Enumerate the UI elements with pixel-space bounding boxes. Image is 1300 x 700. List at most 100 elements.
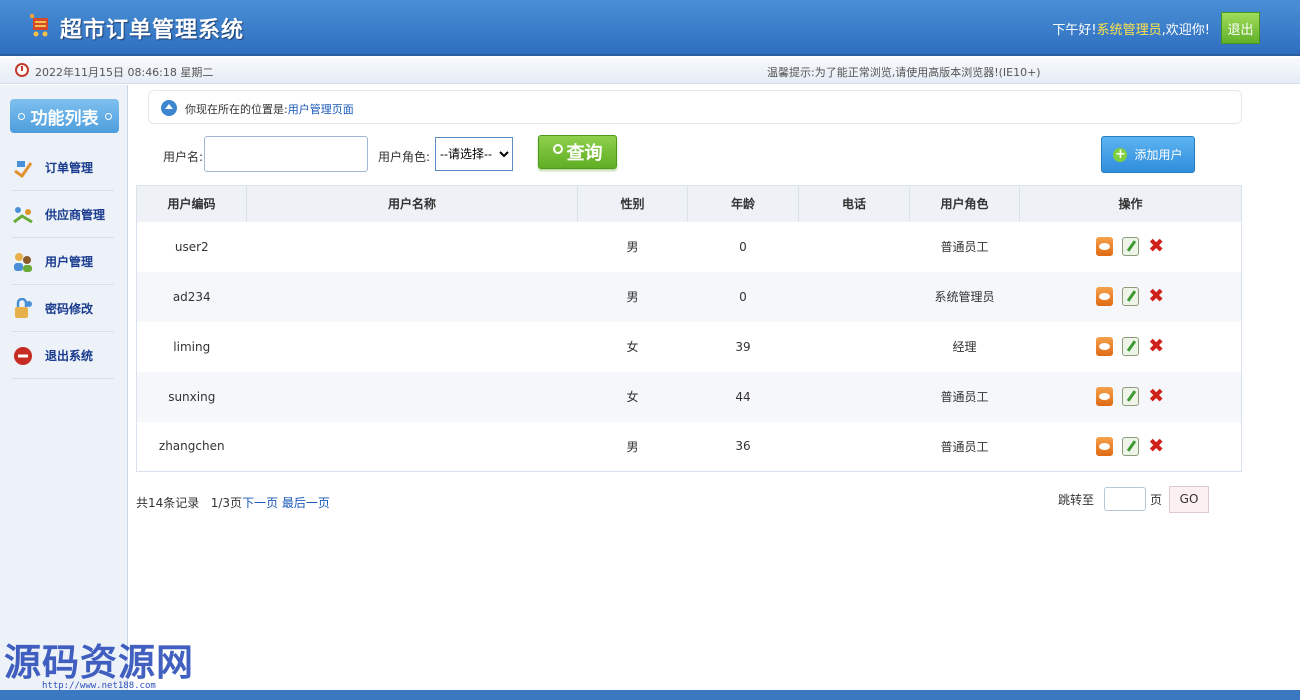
cell-actions: ✖: [1020, 222, 1242, 272]
cell-name: [247, 322, 578, 372]
menu-title: 功能列表: [10, 99, 119, 133]
dot-icon: [17, 112, 25, 120]
cell-role: 普通员工: [940, 240, 989, 254]
cell-actions: ✖: [1020, 322, 1242, 372]
sidebar-item-label: 供应商管理: [45, 208, 106, 222]
add-user-label: 添加用户: [1134, 148, 1183, 162]
cell-role: 经理: [952, 340, 977, 354]
sidebar-item-label: 退出系统: [45, 349, 94, 363]
edit-icon[interactable]: [1121, 237, 1139, 256]
column-header: 操作: [1019, 185, 1242, 222]
main-content: 你现在所在的位置是:用户管理页面 用户名: 用户角色: --请选择-- 查询 +…: [136, 88, 1242, 688]
shopping-cart-icon: [30, 14, 48, 37]
view-icon[interactable]: [1095, 436, 1113, 456]
cell-phone: [799, 422, 910, 472]
edit-icon[interactable]: [1121, 436, 1139, 456]
add-user-button[interactable]: + 添加用户: [1101, 136, 1195, 173]
page-number-input[interactable]: [1104, 487, 1147, 511]
table-row: user2 男 0 普通员工 ✖: [137, 222, 1242, 272]
cell-actions: ✖: [1019, 271, 1242, 322]
app-title: 超市订单管理系统: [60, 18, 245, 43]
cell-name: [246, 371, 578, 422]
delete-icon[interactable]: ✖: [1148, 337, 1165, 356]
sidebar-item-exit[interactable]: 退出系统: [12, 333, 114, 379]
row-actions: ✖: [1020, 237, 1242, 256]
cell-age: 39: [735, 339, 751, 354]
go-button[interactable]: GO: [1169, 485, 1210, 513]
cell-phone: [799, 222, 910, 272]
table-row: sunxing 女 44 普通员工 ✖: [136, 371, 1242, 422]
home-icon: [161, 100, 177, 116]
last-page-link[interactable]: 最后一页: [282, 496, 330, 510]
delete-icon[interactable]: ✖: [1148, 287, 1165, 306]
cell-gender: 男: [626, 240, 639, 254]
cell-code: user2: [174, 239, 209, 254]
view-icon[interactable]: [1095, 387, 1113, 406]
query-button-label: 查询: [566, 143, 603, 164]
breadcrumb-prefix: 你现在所在的位置是:: [185, 103, 288, 116]
sidebar-item-orders[interactable]: 订单管理: [12, 145, 114, 191]
search-bar: 用户名: 用户角色: --请选择-- 查询 + 添加用户: [136, 134, 1242, 174]
sidebar-item-label: 用户管理: [45, 255, 94, 269]
sidebar-item-label: 密码修改: [45, 302, 94, 316]
delete-icon[interactable]: ✖: [1148, 387, 1165, 406]
row-actions: ✖: [1020, 387, 1242, 406]
sidebar-item-password[interactable]: 密码修改: [12, 286, 114, 332]
cell-role: 系统管理员: [909, 271, 1020, 322]
next-page-link[interactable]: 下一页: [242, 496, 278, 510]
role-select[interactable]: --请选择--: [435, 137, 513, 171]
cell-role: 普通员工: [940, 439, 989, 454]
delete-icon[interactable]: ✖: [1148, 237, 1165, 256]
dot-icon: [104, 112, 112, 120]
edit-icon[interactable]: [1121, 287, 1139, 306]
exit-icon: [14, 346, 32, 365]
query-button[interactable]: 查询: [538, 135, 617, 169]
table-row: liming 女 39 经理 ✖: [137, 322, 1242, 372]
view-icon[interactable]: [1095, 237, 1113, 256]
cell-name: [247, 222, 578, 272]
logout-button[interactable]: 退出: [1221, 12, 1260, 44]
cell-age: 0: [739, 239, 747, 254]
cell-code: sunxing: [136, 371, 247, 422]
page-jump: 跳转至 页 GO: [1058, 485, 1210, 513]
user-table: 用户编码 用户名称 性别 年龄 电话 用户角色 操作 user2 男 0 普通员工 ✖ a…: [136, 185, 1242, 472]
search-icon: [552, 144, 563, 154]
jump-label: 跳转至: [1058, 492, 1095, 507]
browser-tip: 温馨提示:为了能正常浏览,请使用高版本浏览器!(IE10+): [767, 66, 1041, 79]
column-header: 电话: [798, 185, 910, 222]
delete-icon[interactable]: ✖: [1148, 436, 1165, 456]
pager-info: 共14条记录 1/3页下一页 最后一页: [136, 494, 330, 511]
pagination: 共14条记录 1/3页下一页 最后一页 跳转至 页 GO: [136, 484, 1242, 514]
view-icon[interactable]: [1095, 337, 1113, 356]
row-actions: ✖: [1020, 287, 1242, 306]
username-input[interactable]: [204, 136, 368, 172]
cell-gender: 女: [577, 371, 688, 422]
app-header: 超市订单管理系统 下午好!系统管理员,欢迎你! 退出: [0, 0, 1300, 56]
column-header: 用户角色: [909, 185, 1020, 222]
cell-actions: ✖: [1019, 371, 1242, 422]
table-row: ad234 男 0 系统管理员 ✖: [136, 271, 1242, 322]
users-icon: [14, 252, 32, 272]
page-indicator: 1/3页: [210, 496, 243, 510]
column-header: 用户名称: [246, 185, 578, 222]
cell-name: [246, 271, 578, 322]
edit-icon[interactable]: [1121, 337, 1139, 356]
view-icon[interactable]: [1095, 287, 1113, 306]
cell-gender: 女: [626, 340, 639, 354]
cell-name: [247, 422, 578, 472]
breadcrumb-current: 用户管理页面: [287, 103, 354, 116]
plus-icon: +: [1113, 146, 1128, 162]
menu-title-label: 功能列表: [30, 108, 99, 129]
page-unit: 页: [1150, 492, 1163, 507]
clock-icon: [15, 63, 29, 77]
cell-age: 0: [687, 271, 799, 322]
cell-code: zhangchen: [158, 439, 225, 454]
sidebar-item-providers[interactable]: 供应商管理: [12, 192, 114, 238]
total-records: 共14条记录: [136, 496, 200, 510]
sidebar-item-label: 订单管理: [45, 161, 94, 175]
edit-icon[interactable]: [1121, 387, 1139, 406]
username-label: 用户名:: [163, 150, 204, 164]
sidebar: 功能列表 订单管理 供应商管理 用户管理 密码修改 退出系统: [0, 85, 128, 690]
sidebar-item-users[interactable]: 用户管理: [12, 239, 114, 285]
cell-role: 普通员工: [909, 371, 1020, 422]
